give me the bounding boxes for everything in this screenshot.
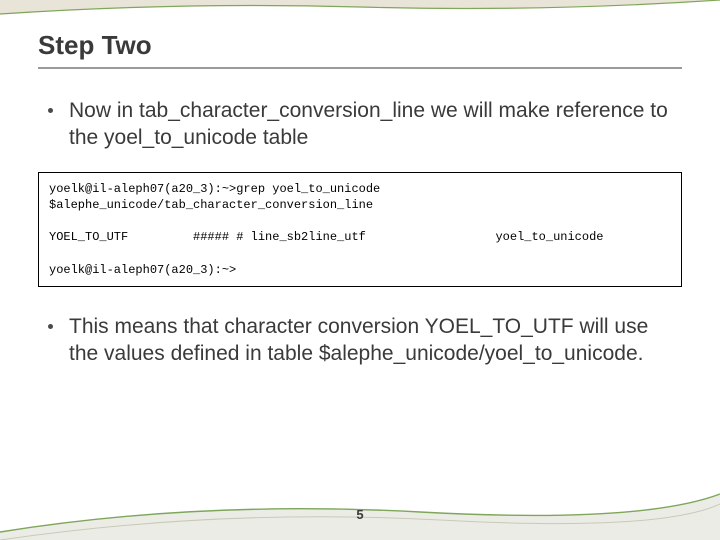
slide-title: Step Two [38, 30, 682, 69]
bullet-text: This means that character conversion YOE… [69, 313, 682, 368]
bullet-item: This means that character conversion YOE… [38, 313, 682, 368]
bullet-text: Now in tab_character_conversion_line we … [69, 97, 682, 152]
bullet-icon [48, 108, 53, 113]
page-number: 5 [0, 507, 720, 522]
bullet-icon [48, 324, 53, 329]
bullet-item: Now in tab_character_conversion_line we … [38, 97, 682, 152]
code-block: yoelk@il-aleph07(a20_3):~>grep yoel_to_u… [38, 172, 682, 287]
decorative-top-swoosh [0, 0, 720, 16]
